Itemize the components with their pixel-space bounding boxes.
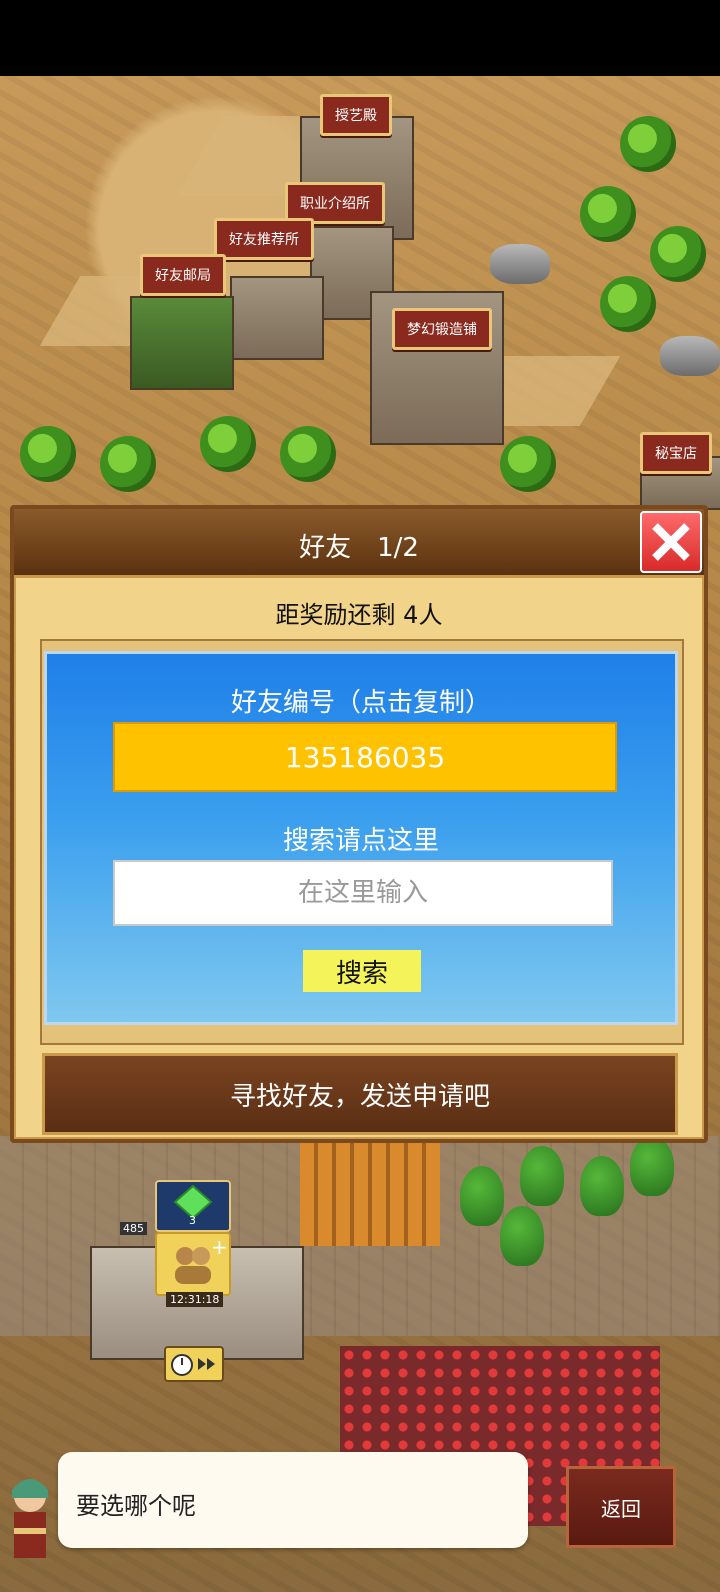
friends-dialog: 好友 1/2 距奖励还剩 4人 好友编号（点击复制） 135186035 搜索请… — [10, 505, 708, 1143]
timer-readout: 12:31:18 — [166, 1292, 224, 1307]
status-bar — [0, 0, 720, 76]
gem-count: 3 — [189, 1214, 196, 1227]
close-button[interactable] — [640, 511, 702, 573]
small-counter: 485 — [120, 1222, 147, 1235]
reward-remaining-text: 距奖励还剩 4人 — [275, 601, 443, 629]
chat-message: 要选哪个呢 — [76, 1492, 196, 1520]
svg-text:+: + — [211, 1235, 228, 1259]
chat-bubble: 要选哪个呢 — [58, 1452, 528, 1548]
friend-id-heading: 好友编号（点击复制） — [230, 688, 491, 718]
search-button[interactable]: 搜索 — [303, 950, 421, 992]
game-screen: 授艺殿 职业介绍所 好友推荐所 好友邮局 梦幻锻造铺 秘宝店 3 + 12:31… — [0, 0, 720, 1592]
sign-friend-post[interactable]: 好友邮局 — [140, 254, 226, 296]
friends-hud-button[interactable]: + — [155, 1232, 231, 1296]
dialog-title: 好友 1/2 — [299, 533, 419, 563]
friend-id-copy-box[interactable]: 135186035 — [113, 722, 617, 792]
sign-friend-recommend[interactable]: 好友推荐所 — [214, 218, 314, 260]
sign-treasure-shop[interactable]: 秘宝店 — [640, 432, 712, 474]
advisor-avatar — [12, 1479, 48, 1558]
back-button[interactable]: 返回 — [566, 1466, 676, 1548]
stopwatch-fastforward-icon — [171, 1354, 215, 1376]
sign-skill-hall[interactable]: 授艺殿 — [320, 94, 392, 136]
find-friends-button[interactable]: 寻找好友，发送申请吧 — [42, 1053, 678, 1135]
dialog-titlebar: 好友 1/2 — [14, 509, 704, 578]
search-heading: 搜索请点这里 — [282, 826, 439, 856]
friends-icon: + — [175, 1235, 228, 1284]
speedup-button[interactable] — [164, 1346, 224, 1382]
friend-search-input[interactable] — [113, 860, 613, 926]
sign-forge-shop[interactable]: 梦幻锻造铺 — [392, 308, 492, 350]
friend-search-panel: 好友编号（点击复制） 135186035 搜索请点这里 搜索 — [44, 651, 678, 1025]
gem-badge[interactable]: 3 — [155, 1180, 231, 1232]
close-icon — [652, 523, 690, 561]
